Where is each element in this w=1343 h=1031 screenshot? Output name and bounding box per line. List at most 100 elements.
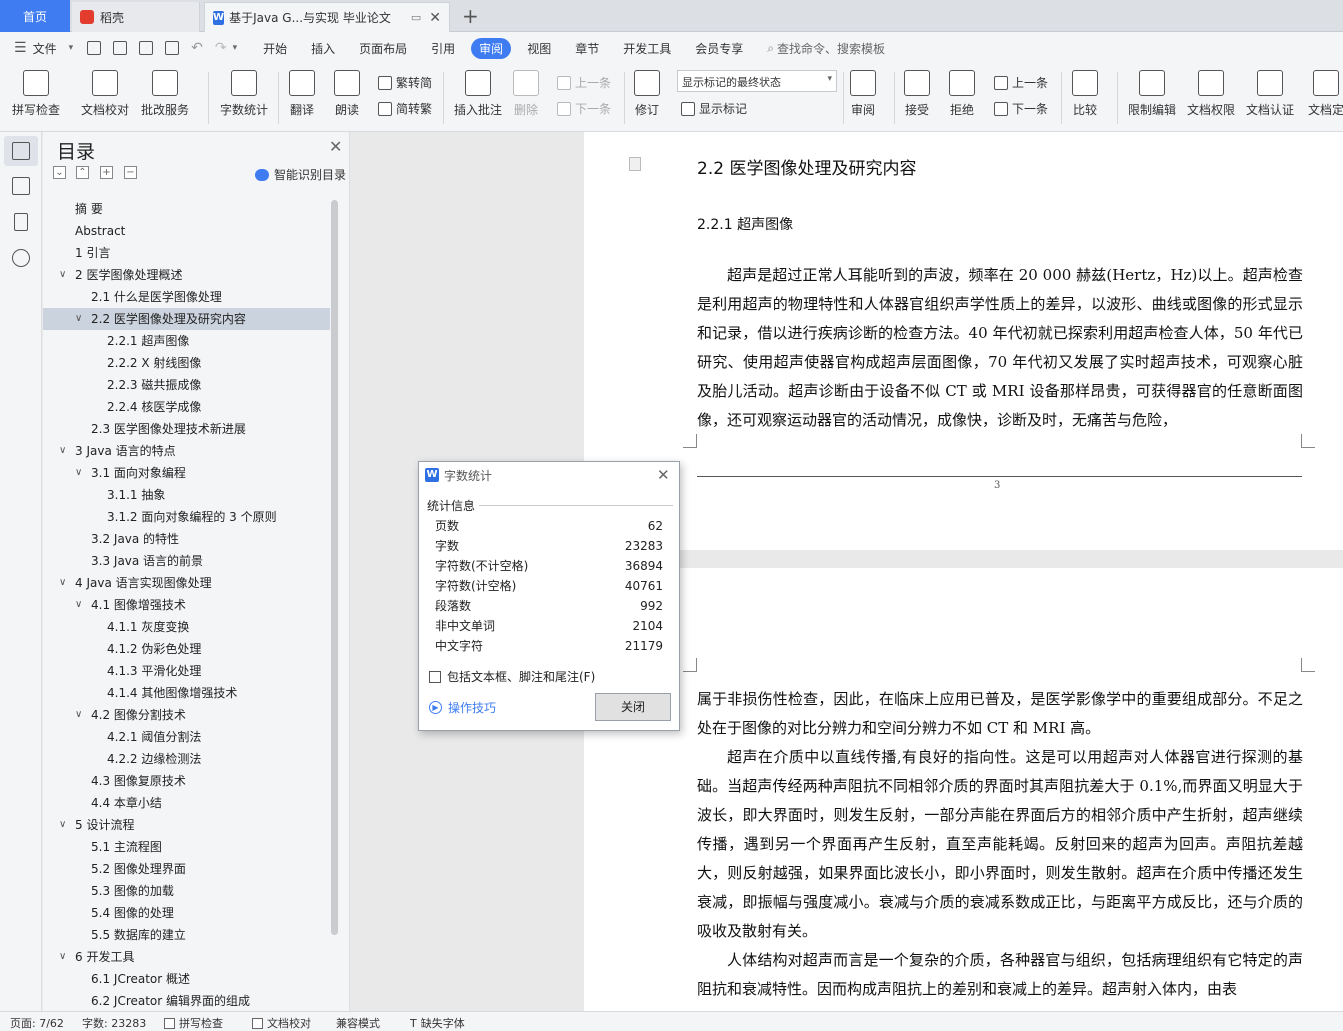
accept-button[interactable]: 接受: [904, 70, 930, 118]
toc-item[interactable]: ∨ 2 医学图像处理概述: [43, 264, 330, 286]
save-icon[interactable]: [87, 41, 102, 55]
chevron-down-icon[interactable]: ∨: [75, 462, 82, 484]
toc-item[interactable]: 3.1.2 面向对象编程的 3 个原则: [43, 506, 330, 528]
review-pane-button[interactable]: 审阅: [850, 70, 876, 118]
markup-state-select[interactable]: 显示标记的最终状态 ▾: [677, 70, 837, 92]
toc-item[interactable]: 6.2 JCreator 编辑界面的组成: [43, 990, 330, 1011]
chevron-down-icon[interactable]: ∨: [75, 308, 82, 330]
status-proofread[interactable]: 文档校对: [252, 1015, 311, 1031]
toc-item[interactable]: ∨ 4.1 图像增强技术: [43, 594, 330, 616]
tab-document[interactable]: W 基于Java G...与实现 毕业论文 ▭ ✕: [204, 2, 450, 32]
toc-item[interactable]: 5.3 图像的加载: [43, 880, 330, 902]
toc-item[interactable]: 5.1 主流程图: [43, 836, 330, 858]
dialog-title-bar[interactable]: W 字数统计: [419, 462, 679, 488]
menu-item-1[interactable]: 插入: [299, 40, 347, 57]
print-preview-icon[interactable]: [165, 41, 180, 55]
chevron-down-icon[interactable]: ∨: [59, 946, 66, 968]
bookmark-icon[interactable]: [14, 213, 28, 231]
menu-file[interactable]: 文件: [27, 40, 69, 57]
menu-item-6[interactable]: 章节: [563, 40, 611, 57]
print-icon[interactable]: [139, 41, 154, 55]
toc-item[interactable]: 2.2.1 超声图像: [43, 330, 330, 352]
chevron-down-icon[interactable]: ▾: [69, 43, 74, 53]
delete-comment-button[interactable]: 删除: [513, 70, 539, 118]
doc-finalize-button[interactable]: 文档定: [1308, 70, 1343, 118]
close-icon[interactable]: ✕: [329, 137, 342, 156]
toc-item[interactable]: ∨ 6 开发工具: [43, 946, 330, 968]
add-heading-icon[interactable]: +: [100, 166, 113, 179]
toc-item[interactable]: 2.1 什么是医学图像处理: [43, 286, 330, 308]
tips-link[interactable]: ▶ 操作技巧: [429, 699, 496, 716]
toc-item[interactable]: ∨ 2.2 医学图像处理及研究内容: [43, 308, 330, 330]
wordcount-button[interactable]: 字数统计: [220, 70, 268, 118]
chevron-down-icon[interactable]: ∨: [75, 594, 82, 616]
toc-item[interactable]: 6.1 JCreator 概述: [43, 968, 330, 990]
prev-comment-button[interactable]: 上一条: [557, 74, 611, 91]
command-search[interactable]: 查找命令、搜索模板: [777, 40, 885, 57]
toc-item[interactable]: Abstract: [43, 220, 330, 242]
restore-window-icon[interactable]: ▭: [411, 11, 421, 24]
toc-item[interactable]: 5.4 图像的处理: [43, 902, 330, 924]
toc-item[interactable]: 4.1.4 其他图像增强技术: [43, 682, 330, 704]
close-icon[interactable]: ✕: [657, 466, 670, 484]
show-markup-button[interactable]: 显示标记: [681, 100, 747, 117]
status-word-count[interactable]: 字数: 23283: [82, 1015, 146, 1031]
toc-item[interactable]: ∨ 4 Java 语言实现图像处理: [43, 572, 330, 594]
toc-item[interactable]: 4.4 本章小结: [43, 792, 330, 814]
next-change-button[interactable]: 下一条: [994, 100, 1048, 117]
menu-item-3[interactable]: 引用: [419, 40, 467, 57]
toc-item[interactable]: 2.3 医学图像处理技术新进展: [43, 418, 330, 440]
toc-item[interactable]: 3.1.1 抽象: [43, 484, 330, 506]
tab-docer[interactable]: 稻壳: [72, 2, 200, 32]
prev-change-button[interactable]: 上一条: [994, 74, 1048, 91]
toc-icon[interactable]: [12, 142, 30, 160]
expand-up-icon[interactable]: ⌃: [76, 166, 89, 179]
translate-button[interactable]: 翻译: [289, 70, 315, 118]
menu-item-4[interactable]: 审阅: [471, 37, 512, 59]
menu-item-0[interactable]: 开始: [251, 40, 299, 57]
toc-scrollbar[interactable]: [331, 200, 338, 935]
toc-item[interactable]: 1 引言: [43, 242, 330, 264]
close-tab-icon[interactable]: ✕: [429, 10, 441, 26]
toc-item[interactable]: ∨ 3 Java 语言的特点: [43, 440, 330, 462]
search-icon[interactable]: [12, 249, 30, 267]
toc-item[interactable]: ∨ 4.2 图像分割技术: [43, 704, 330, 726]
toc-item[interactable]: 4.3 图像复原技术: [43, 770, 330, 792]
doc-certify-button[interactable]: 文档认证: [1246, 70, 1294, 118]
menu-item-8[interactable]: 会员专享: [683, 40, 755, 57]
doc-permission-button[interactable]: 文档权限: [1187, 70, 1235, 118]
proofread-button[interactable]: 文档校对: [81, 70, 129, 118]
close-button[interactable]: 关闭: [595, 693, 671, 721]
menu-item-2[interactable]: 页面布局: [347, 40, 419, 57]
toc-item[interactable]: 4.2.1 阈值分割法: [43, 726, 330, 748]
next-comment-button[interactable]: 下一条: [557, 100, 611, 117]
chapter-nav-icon[interactable]: [12, 177, 30, 195]
hamburger-icon[interactable]: ☰: [14, 40, 27, 56]
chevron-down-icon[interactable]: ∨: [59, 814, 66, 836]
status-missing-font[interactable]: T 缺失字体: [410, 1015, 465, 1031]
toc-item[interactable]: 3.3 Java 语言的前景: [43, 550, 330, 572]
export-icon[interactable]: [113, 41, 128, 55]
chevron-down-icon[interactable]: ∨: [59, 264, 66, 286]
trad-to-simp-button[interactable]: 繁转简: [378, 74, 432, 91]
toc-item[interactable]: 4.2.2 边缘检测法: [43, 748, 330, 770]
toc-item[interactable]: 2.2.3 磁共振成像: [43, 374, 330, 396]
toc-item[interactable]: 2.2.2 X 射线图像: [43, 352, 330, 374]
track-changes-button[interactable]: 修订: [634, 70, 660, 118]
smart-toc-button[interactable]: 智能识别目录: [255, 166, 346, 183]
undo-icon[interactable]: ↶: [191, 40, 203, 56]
include-textbox-checkbox[interactable]: 包括文本框、脚注和尾注(F): [429, 668, 595, 685]
toc-item[interactable]: 4.1.1 灰度变换: [43, 616, 330, 638]
compare-button[interactable]: 比较: [1072, 70, 1098, 118]
menu-item-5[interactable]: 视图: [515, 40, 563, 57]
read-aloud-button[interactable]: 朗读: [334, 70, 360, 118]
toc-item[interactable]: ∨ 3.1 面向对象编程: [43, 462, 330, 484]
toc-item[interactable]: 5.2 图像处理界面: [43, 858, 330, 880]
simp-to-trad-button[interactable]: 简转繁: [378, 100, 432, 117]
redo-icon[interactable]: ↷: [215, 40, 227, 56]
toc-item[interactable]: ∨ 5 设计流程: [43, 814, 330, 836]
restrict-edit-button[interactable]: 限制编辑: [1128, 70, 1176, 118]
chevron-down-icon[interactable]: ∨: [75, 704, 82, 726]
spellcheck-button[interactable]: 拼写检查: [12, 70, 60, 118]
toc-item[interactable]: 5.5 数据库的建立: [43, 924, 330, 946]
